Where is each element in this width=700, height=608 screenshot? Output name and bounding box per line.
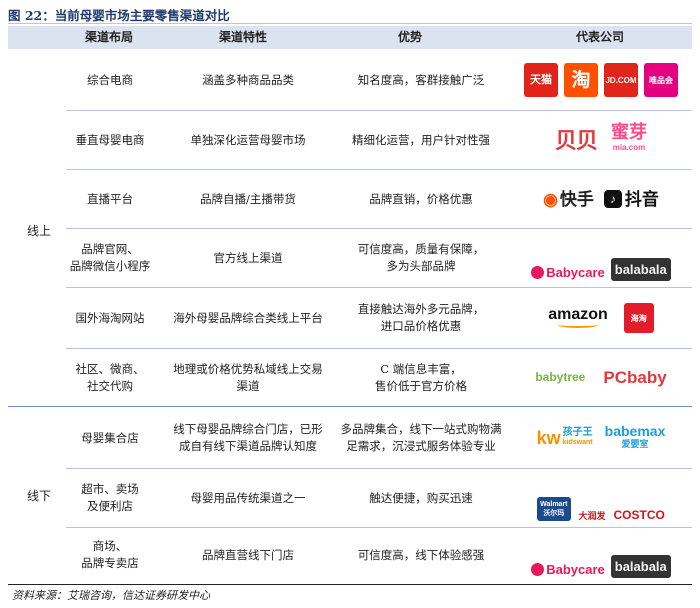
- table-row: 超市、卖场 及便利店 母婴用品传统渠道之一 触达便捷，购买迅速 Walmart 沃…: [66, 469, 692, 527]
- channel-cell: 直播平台: [87, 191, 133, 206]
- header-channel-layout: 渠道布局: [84, 30, 133, 44]
- table-row: 母婴集合店 线下母婴品牌综合门店，已形 成自有线下渠道品牌认知度 多品牌集合，线…: [66, 408, 692, 468]
- babemax-logo: babemax 爱婴室: [604, 423, 666, 451]
- advantage-cell: 触达便捷，购买迅速: [369, 490, 473, 505]
- vip-logo: 唯品会: [644, 63, 678, 97]
- table-row: 国外海淘网站 海外母婴品牌综合类线上平台 直接触达海外多元品牌， 进口品价格优惠…: [66, 288, 692, 348]
- logo-cell: babytree PCbaby: [510, 349, 692, 406]
- advantage-cell: 知名度高，客群接触广泛: [357, 72, 485, 87]
- channel-cell: 超市、卖场 及便利店: [81, 482, 139, 513]
- feature-cell: 品牌直营线下门店: [202, 547, 294, 562]
- advantage-cell: 可信度高，线下体验感强: [357, 547, 485, 562]
- table-header: 渠道布局 渠道特性 优势 代表公司: [8, 26, 692, 49]
- header-advantage: 优势: [397, 30, 422, 44]
- balabala-logo: balabala: [610, 555, 671, 578]
- channel-cell: 品牌官网、 品牌微信小程序: [69, 242, 151, 273]
- advantage-cell: 精细化运营，用户针对性强: [352, 132, 490, 147]
- feature-cell: 涵盖多种商品品类: [202, 72, 294, 87]
- logo-cell: 贝贝 蜜芽 mia.com: [510, 111, 692, 169]
- table-row: 垂直母婴电商 单独深化运营母婴市场 精细化运营，用户针对性强 贝贝 蜜芽 mia…: [66, 111, 692, 169]
- babycare-logo-text: Babycare: [546, 562, 605, 577]
- kidswant-logo: kw 孩子王 kidswant: [536, 427, 593, 448]
- amazon-logo-text: amazon: [548, 306, 608, 323]
- mia-logo: 蜜芽 mia.com: [611, 122, 647, 156]
- channel-cell: 垂直母婴电商: [75, 132, 145, 147]
- source-note: 资料来源：艾瑞咨询，信达证券研发中心: [12, 589, 210, 602]
- table-row: 商场、 品牌专卖店 品牌直营线下门店 可信度高，线下体验感强 Babycare …: [66, 528, 692, 582]
- babycare-logo: Babycare: [531, 561, 605, 578]
- costco-logo: COSTCO: [613, 508, 665, 522]
- amazon-smile-icon: [557, 322, 598, 328]
- title-rule: [8, 23, 692, 24]
- babycare-icon: [531, 563, 545, 576]
- jd-logo: JD.COM: [604, 63, 638, 97]
- header-companies: 代表公司: [575, 30, 624, 44]
- walmart-logo-cn: 沃尔玛: [543, 510, 565, 517]
- figure-title: 图 22：当前母婴市场主要零售渠道对比: [8, 8, 230, 23]
- table-row: 品牌官网、 品牌微信小程序 官方线上渠道 可信度高，质量有保障， 多为头部品牌 …: [66, 229, 692, 287]
- babemax-logo-cn: 爱婴室: [621, 439, 649, 449]
- feature-cell: 单独深化运营母婴市场: [190, 132, 306, 147]
- online-offline-divider: [8, 406, 692, 407]
- kuaishou-logo: ◉ 快手: [543, 191, 594, 208]
- taobao-logo: 淘: [564, 63, 598, 97]
- babycare-logo-text: Babycare: [546, 265, 605, 280]
- walmart-logo: Walmart 沃尔玛: [537, 497, 571, 521]
- logo-cell: 天猫 淘 JD.COM 唯品会: [510, 50, 692, 110]
- babytree-logo: babytree: [535, 370, 586, 384]
- table-row: 直播平台 品牌自播/主播带货 品牌直销，价格优惠 ◉ 快手 ♪ 抖音: [66, 170, 692, 228]
- douyin-icon: ♪: [603, 190, 622, 208]
- logo-cell: Babycare balabala: [510, 229, 692, 287]
- feature-cell: 地理或价格优势私域线上交易 渠道: [173, 361, 323, 393]
- feature-cell: 品牌自播/主播带货: [200, 191, 296, 206]
- table-row: 综合电商 涵盖多种商品品类 知名度高，客群接触广泛 天猫 淘 JD.COM 唯品…: [66, 50, 692, 110]
- feature-cell: 海外母婴品牌综合类线上平台: [173, 310, 323, 325]
- feature-cell: 线下母婴品牌综合门店，已形 成自有线下渠道品牌认知度: [173, 422, 323, 453]
- pcbaby-logo: PCbaby: [603, 368, 667, 387]
- channel-cell: 社区、微商、 社交代购: [75, 361, 145, 393]
- advantage-cell: 多品牌集合，线下一站式购物满 足需求，沉浸式服务体验专业: [340, 422, 502, 453]
- beibei-logo: 贝贝: [554, 127, 598, 153]
- channel-cell: 国外海淘网站: [75, 310, 145, 325]
- logo-cell: Babycare balabala: [510, 528, 692, 582]
- feature-cell: 官方线上渠道: [213, 250, 283, 265]
- header-channel-feature: 渠道特性: [218, 30, 267, 44]
- table-row: 社区、微商、 社交代购 地理或价格优势私域线上交易 渠道 C 端信息丰富， 售价…: [66, 349, 692, 406]
- babemax-logo-text: babemax: [604, 423, 666, 439]
- logo-cell: kw 孩子王 kidswant babemax 爱婴室: [510, 408, 692, 468]
- logo-cell: ◉ 快手 ♪ 抖音: [510, 170, 692, 228]
- babycare-logo: Babycare: [531, 264, 605, 281]
- walmart-logo-text: Walmart: [540, 501, 568, 508]
- balabala-logo: balabala: [610, 258, 671, 281]
- kidswant-logo-en: kidswant: [562, 439, 593, 446]
- mia-logo-text: 蜜芽: [611, 122, 647, 142]
- channel-cell: 商场、 品牌专卖店: [81, 539, 139, 570]
- footer-rule: [8, 584, 692, 585]
- channel-cell: 综合电商: [87, 72, 133, 87]
- channel-cell: 母婴集合店: [81, 430, 139, 445]
- advantage-cell: C 端信息丰富， 售价低于官方价格: [375, 361, 467, 393]
- advantage-cell: 直接触达海外多元品牌， 进口品价格优惠: [357, 302, 485, 333]
- babycare-icon: [531, 266, 545, 279]
- feature-cell: 母婴用品传统渠道之一: [190, 490, 306, 505]
- group-online: 线上: [26, 224, 51, 238]
- logo-cell: amazon 海淘: [510, 288, 692, 348]
- tmall-logo: 天猫: [524, 63, 558, 97]
- mia-logo-domain: mia.com: [612, 143, 646, 152]
- advantage-cell: 品牌直销，价格优惠: [369, 191, 473, 206]
- haitao-logo: 海淘: [623, 303, 654, 333]
- amazon-logo: amazon: [548, 306, 608, 328]
- advantage-cell: 可信度高，质量有保障， 多为头部品牌: [357, 242, 485, 273]
- kuaishou-icon: ◉: [543, 189, 558, 209]
- kidswant-logo-text: 孩子王: [562, 427, 593, 438]
- logo-cell: Walmart 沃尔玛 大润发 COSTCO: [510, 469, 692, 527]
- rt-mart-logo: 大润发: [578, 511, 606, 521]
- douyin-logo: ♪ 抖音: [603, 189, 659, 209]
- douyin-logo-text: 抖音: [624, 189, 659, 209]
- group-offline: 线下: [26, 489, 51, 503]
- kuaishou-logo-text: 快手: [559, 189, 594, 209]
